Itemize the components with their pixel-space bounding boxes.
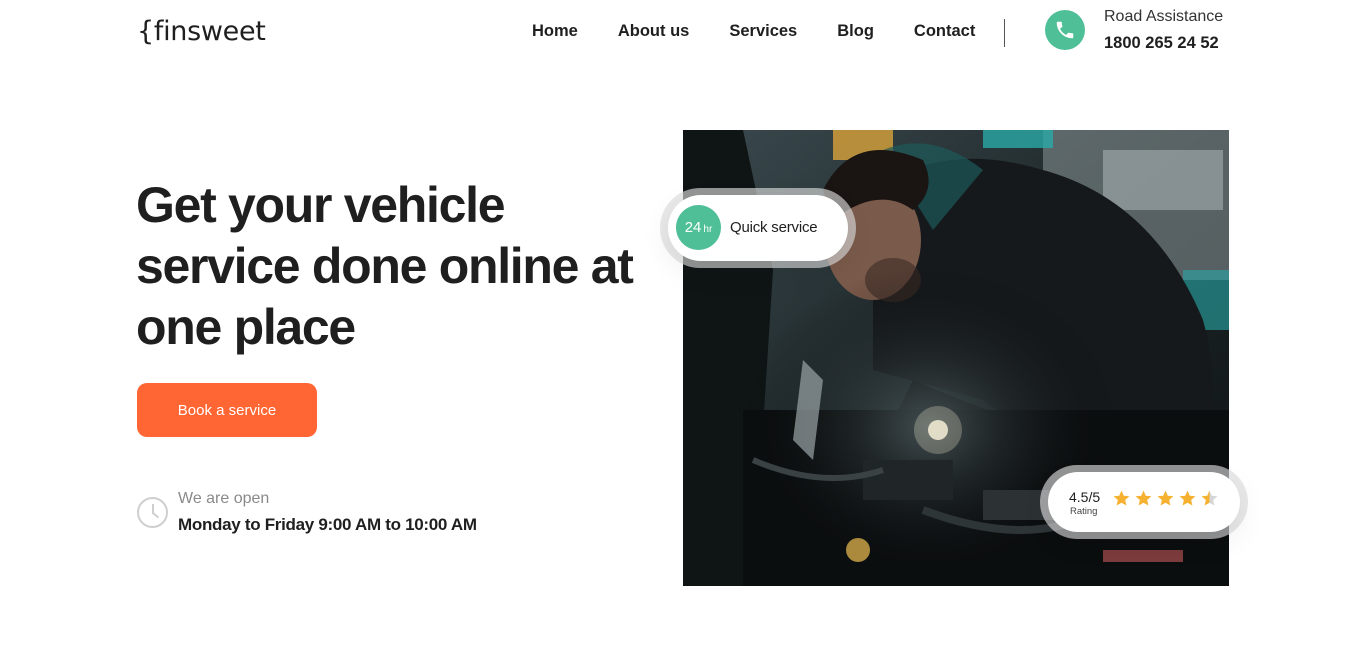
star-icon: [1201, 490, 1218, 506]
road-assistance-number[interactable]: 1800 265 24 52: [1104, 34, 1219, 53]
open-label: We are open: [178, 490, 270, 507]
clock-icon: [137, 497, 168, 528]
brand-logo[interactable]: {finsweet: [137, 16, 266, 47]
phone-button[interactable]: [1045, 10, 1085, 50]
hours-badge: 24 hr: [676, 205, 721, 250]
open-hours: Monday to Friday 9:00 AM to 10:00 AM: [178, 515, 477, 534]
quick-service-pill: 24 hr Quick service: [668, 195, 848, 261]
nav-blog[interactable]: Blog: [837, 22, 874, 41]
quick-service-label: Quick service: [730, 219, 818, 236]
nav-about-us[interactable]: About us: [618, 22, 690, 41]
site-header: {finsweet Home About us Services Blog Co…: [0, 0, 1366, 70]
hours-number: 24: [684, 219, 702, 236]
star-icon: [1179, 490, 1196, 506]
rating-badge: 4.5/5 Rating: [1040, 465, 1248, 539]
star-icon: [1157, 490, 1174, 506]
rating-pill: 4.5/5 Rating: [1048, 472, 1240, 532]
nav-home[interactable]: Home: [532, 22, 578, 41]
quick-service-badge: 24 hr Quick service: [660, 188, 856, 268]
main-nav: Home About us Services Blog Contact: [532, 22, 1015, 41]
rating-label: Rating: [1070, 506, 1098, 517]
nav-services[interactable]: Services: [729, 22, 797, 41]
star-icon: [1113, 490, 1130, 506]
header-divider: [1004, 19, 1005, 47]
rating-value: 4.5/5: [1069, 489, 1101, 505]
star-icon: [1135, 490, 1152, 506]
rating-stars: [1112, 489, 1219, 508]
book-service-button[interactable]: Book a service: [137, 383, 317, 437]
road-assistance-label: Road Assistance: [1104, 8, 1224, 25]
phone-icon: [1056, 21, 1074, 39]
hours-unit: hr: [703, 223, 713, 235]
nav-contact[interactable]: Contact: [914, 22, 975, 41]
hero-title: Get your vehicle service done online at …: [136, 177, 634, 355]
